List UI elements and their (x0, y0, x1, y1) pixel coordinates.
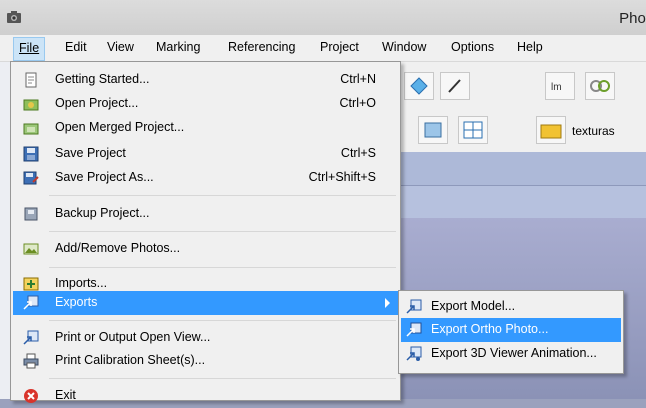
save-as-icon (23, 171, 39, 185)
measure-icon: lm (551, 82, 562, 93)
open-merged-icon (23, 123, 39, 135)
shape-select-button[interactable] (404, 72, 434, 100)
backup-icon (24, 207, 38, 221)
menu-item-label: Add/Remove Photos... (55, 241, 181, 255)
menu-edit-label: Edit (65, 40, 87, 54)
menu-options[interactable]: Options (446, 35, 499, 59)
menu-help-label: Help (517, 40, 543, 54)
print-view-icon (23, 330, 39, 345)
menu-bar: File Edit View Marking Referencing Proje… (0, 35, 646, 62)
menu-item-label: Getting Started... (55, 72, 150, 86)
grid-icon (463, 121, 483, 139)
pen-icon (448, 79, 461, 93)
menu-separator (49, 320, 396, 321)
menu-item-shortcut: Ctrl+O (339, 96, 376, 110)
menu-item-label: Open Merged Project... (55, 120, 185, 134)
photos-icon (23, 243, 39, 255)
save-icon (23, 146, 39, 162)
imports-icon (23, 277, 39, 291)
app-camera-icon (7, 11, 21, 23)
texture-label: texturas (572, 124, 615, 138)
menu-separator (49, 267, 396, 268)
menu-file-label: File (19, 41, 40, 55)
menu-item-print-output-view[interactable]: Print or Output Open View... (13, 326, 398, 350)
menu-options-label: Options (451, 40, 495, 54)
menu-referencing[interactable]: Referencing (223, 35, 300, 59)
submenu-item-export-ortho-photo[interactable]: Export Ortho Photo... (401, 318, 621, 342)
diamond-icon (410, 77, 428, 95)
menu-referencing-label: Referencing (228, 40, 296, 54)
menu-separator (49, 378, 396, 379)
getting-started-icon (25, 72, 37, 88)
menu-item-save-project-as[interactable]: Save Project As... Ctrl+Shift+S (13, 166, 398, 190)
title-bar: Phot (0, 0, 646, 35)
menu-item-label: Print Calibration Sheet(s)... (55, 353, 206, 367)
texture-button[interactable] (536, 116, 566, 144)
line-tool-button[interactable] (440, 72, 470, 100)
submenu-arrow-icon (385, 298, 390, 308)
link-icon (590, 80, 610, 92)
menu-item-label: Print or Output Open View... (55, 330, 211, 344)
printer-icon (23, 353, 39, 369)
svg-text:lm: lm (551, 82, 562, 93)
menu-item-label: Exit (55, 388, 76, 402)
menu-marking-label: Marking (156, 40, 201, 54)
exports-submenu: Export Model... Export Ortho Photo... Ex… (398, 290, 624, 374)
menu-item-save-project[interactable]: Save Project Ctrl+S (13, 142, 398, 166)
menu-item-shortcut: Ctrl+S (340, 146, 376, 160)
link-tool-button[interactable] (585, 72, 615, 100)
menu-separator (49, 231, 396, 232)
menu-item-label: Save Project As... (55, 170, 154, 184)
exports-icon (23, 295, 39, 310)
menu-item-shortcut: Ctrl+Shift+S (308, 170, 376, 184)
open-project-icon (23, 99, 39, 111)
menu-item-exit[interactable]: Exit (13, 384, 398, 408)
menu-item-print-calibration-sheets[interactable]: Print Calibration Sheet(s)... (13, 349, 398, 373)
menu-separator (49, 195, 396, 196)
menu-project[interactable]: Project (315, 35, 364, 59)
menu-item-add-remove-photos[interactable]: Add/Remove Photos... (13, 237, 398, 261)
view-toggle-button[interactable] (418, 116, 448, 144)
menu-view-label: View (107, 40, 134, 54)
menu-item-getting-started[interactable]: Getting Started... Ctrl+N (13, 68, 398, 92)
menu-window-label: Window (382, 40, 427, 54)
menu-item-shortcut: Ctrl+N (340, 72, 376, 86)
menu-item-label: Backup Project... (55, 206, 150, 220)
export-ortho-icon (406, 322, 422, 337)
export-animation-icon (406, 346, 422, 361)
menu-item-open-merged-project[interactable]: Open Merged Project... (13, 116, 398, 140)
menu-item-exports[interactable]: Exports (13, 291, 398, 315)
texture-folder-icon (540, 124, 562, 139)
submenu-item-label: Export 3D Viewer Animation... (431, 346, 597, 360)
menu-item-label: Open Project... (55, 96, 139, 110)
file-menu-dropdown: Getting Started... Ctrl+N Open Project..… (10, 61, 401, 403)
menu-item-backup-project[interactable]: Backup Project... (13, 202, 398, 226)
menu-item-label: Exports (55, 295, 98, 309)
menu-item-label: Save Project (55, 146, 126, 160)
submenu-item-label: Export Model... (431, 299, 516, 313)
exit-icon (24, 389, 38, 403)
window-title: Phot (619, 10, 646, 27)
submenu-item-export-model[interactable]: Export Model... (401, 295, 621, 319)
menu-project-label: Project (320, 40, 359, 54)
menu-view[interactable]: View (102, 35, 139, 59)
menu-window[interactable]: Window (377, 35, 431, 59)
menu-edit[interactable]: Edit (60, 35, 92, 59)
export-model-icon (406, 299, 422, 314)
submenu-item-label: Export Ortho Photo... (431, 322, 549, 336)
menu-help[interactable]: Help (512, 35, 548, 59)
view-icon (424, 122, 442, 138)
menu-file[interactable]: File (13, 37, 46, 61)
menu-marking[interactable]: Marking (151, 35, 205, 59)
menu-item-label: Imports... (55, 276, 108, 290)
menu-item-open-project[interactable]: Open Project... Ctrl+O (13, 92, 398, 116)
submenu-item-export-3d-viewer-animation[interactable]: Export 3D Viewer Animation... (401, 342, 621, 366)
measure-button[interactable]: lm (545, 72, 575, 100)
grid-layout-button[interactable] (458, 116, 488, 144)
